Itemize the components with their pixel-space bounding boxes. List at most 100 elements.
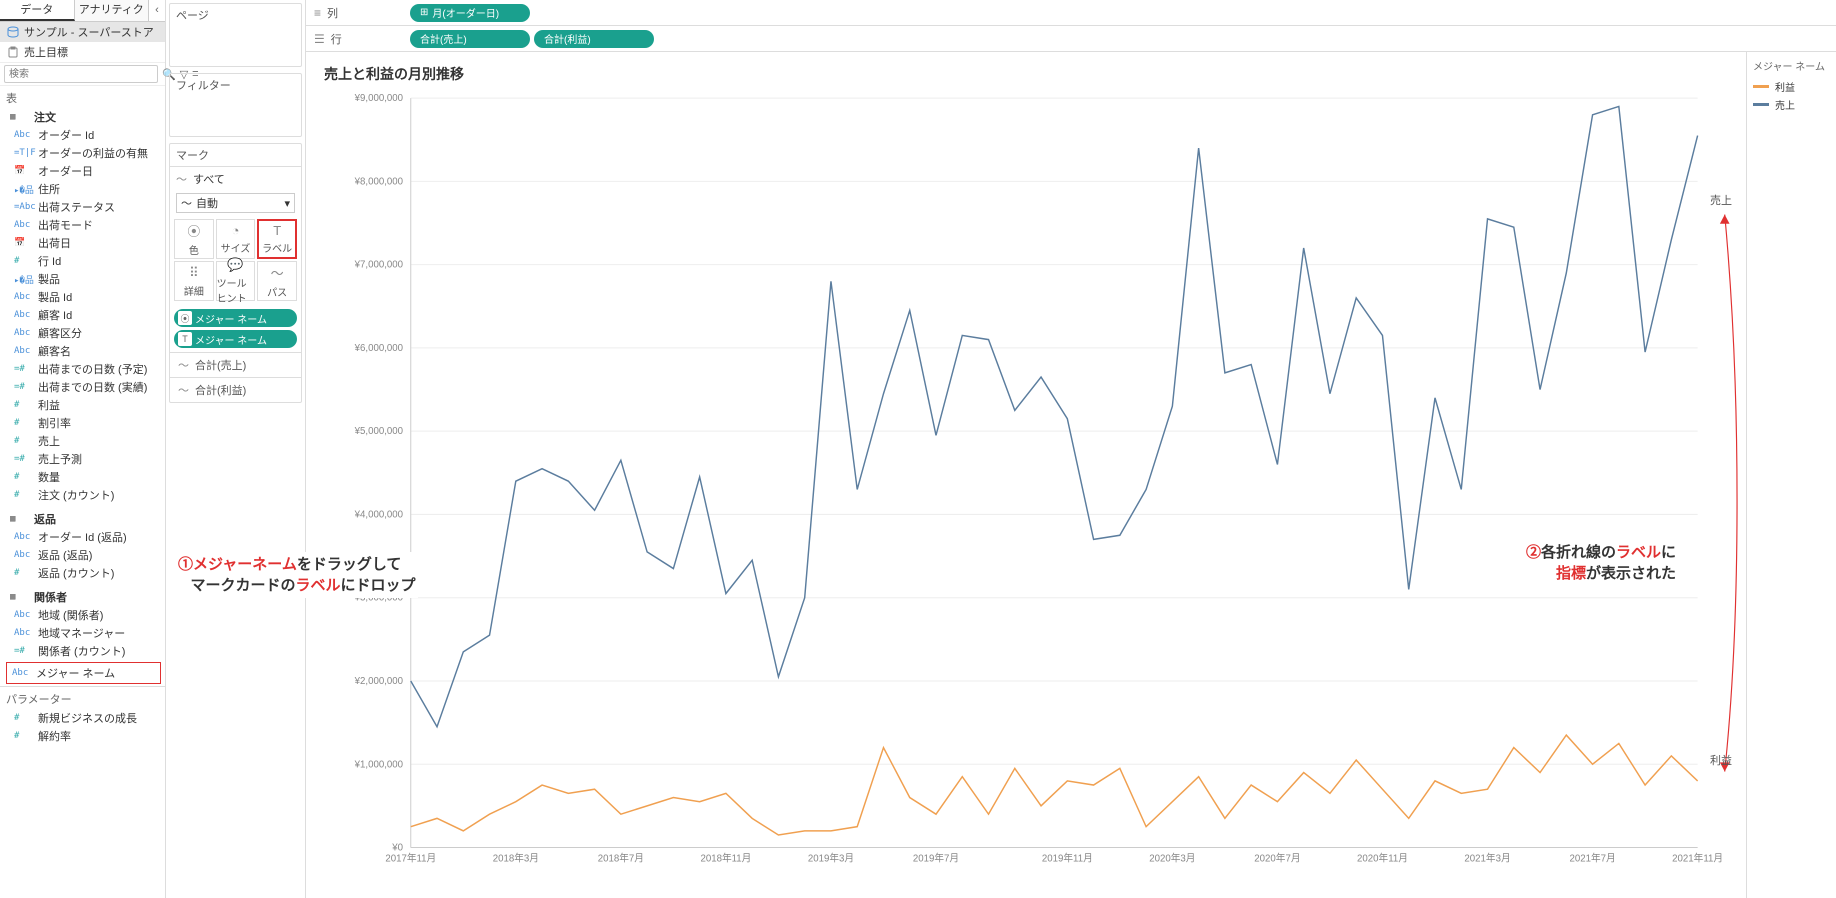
viz-canvas[interactable]: 売上と利益の月別推移 ¥0¥1,000,000¥2,000,000¥3,000,… bbox=[306, 52, 1746, 898]
field-returns-count[interactable]: #返品 (カウント) bbox=[0, 564, 165, 582]
col-pill-month[interactable]: ⊞月(オーダー日) bbox=[410, 4, 530, 22]
data-pane: データ アナリティクス ‹ サンプル - スーパーストア 売上目標 🔍 ▽ ≡ … bbox=[0, 0, 166, 898]
color-icon: ⦿ bbox=[178, 311, 192, 325]
marks-type-dropdown[interactable]: 〜自動 ▾ bbox=[176, 193, 295, 213]
svg-text:2020年3月: 2020年3月 bbox=[1149, 851, 1195, 864]
svg-text:2017年11月: 2017年11月 bbox=[385, 851, 436, 864]
filters-drop[interactable] bbox=[170, 96, 301, 136]
field-quantity[interactable]: #数量 bbox=[0, 468, 165, 486]
marks-path[interactable]: 〜パス bbox=[257, 261, 297, 301]
field-return-order-id[interactable]: Abcオーダー Id (返品) bbox=[0, 528, 165, 546]
folder-people[interactable]: ▦関係者 bbox=[0, 588, 165, 606]
field-customer-id[interactable]: Abc顧客 Id bbox=[0, 306, 165, 324]
field-region-people[interactable]: Abc地域 (関係者) bbox=[0, 606, 165, 624]
svg-text:¥1,000,000: ¥1,000,000 bbox=[354, 759, 404, 770]
marks-tooltip[interactable]: 💬ツールヒント bbox=[216, 261, 256, 301]
pages-title: ページ bbox=[170, 4, 301, 26]
svg-text:2021年11月: 2021年11月 bbox=[1672, 851, 1723, 864]
field-profit[interactable]: #利益 bbox=[0, 396, 165, 414]
legend-item-profit[interactable]: 利益 bbox=[1753, 77, 1830, 95]
marks-all-row[interactable]: 〜 すべて bbox=[170, 167, 301, 191]
field-days-act[interactable]: =#出荷までの日数 (実績) bbox=[0, 378, 165, 396]
param-churn[interactable]: #解約率 bbox=[0, 727, 165, 745]
annotation-1: ①メジャーネームをドラッグして マークカードのラベルにドロップ bbox=[176, 552, 418, 598]
tooltip-icon: 💬 bbox=[227, 257, 243, 273]
field-customer-name[interactable]: Abc顧客名 bbox=[0, 342, 165, 360]
row-pill-sales[interactable]: 合計(売上) bbox=[410, 30, 530, 48]
marks-label[interactable]: Tラベル bbox=[257, 219, 297, 259]
legend-swatch-profit bbox=[1753, 85, 1769, 88]
svg-text:¥4,000,000: ¥4,000,000 bbox=[354, 509, 404, 520]
search-input[interactable] bbox=[4, 65, 158, 83]
field-order-date[interactable]: 📅オーダー日 bbox=[0, 162, 165, 180]
svg-text:¥5,000,000: ¥5,000,000 bbox=[354, 426, 404, 437]
marks-size[interactable]: ◔サイズ bbox=[216, 219, 256, 259]
svg-text:2020年11月: 2020年11月 bbox=[1357, 851, 1408, 864]
marks-color[interactable]: ⦿色 bbox=[174, 219, 214, 259]
field-discount[interactable]: #割引率 bbox=[0, 414, 165, 432]
line-icon: 〜 bbox=[178, 357, 189, 373]
legend-item-sales[interactable]: 売上 bbox=[1753, 95, 1830, 113]
line-end-label-sales: 売上 bbox=[1710, 192, 1732, 208]
plus-icon: ⊞ bbox=[420, 7, 428, 18]
measure-names-highlight: Abcメジャー ネーム bbox=[6, 662, 161, 684]
svg-text:2018年11月: 2018年11月 bbox=[700, 851, 751, 864]
param-new-business[interactable]: #新規ビジネスの成長 bbox=[0, 709, 165, 727]
field-customer-segment[interactable]: Abc顧客区分 bbox=[0, 324, 165, 342]
datasource-label: サンプル - スーパーストア bbox=[24, 24, 154, 40]
tab-data[interactable]: データ bbox=[0, 0, 75, 21]
svg-text:¥7,000,000: ¥7,000,000 bbox=[354, 260, 404, 271]
marks-agg-profit[interactable]: 〜合計(利益) bbox=[170, 377, 301, 402]
field-order-id[interactable]: Abcオーダー Id bbox=[0, 126, 165, 144]
svg-text:2020年7月: 2020年7月 bbox=[1254, 851, 1300, 864]
field-days-plan[interactable]: =#出荷までの日数 (予定) bbox=[0, 360, 165, 378]
field-order-profit-flag[interactable]: =T|Fオーダーの利益の有無 bbox=[0, 144, 165, 162]
field-product-id[interactable]: Abc製品 Id bbox=[0, 288, 165, 306]
field-ship-date[interactable]: 📅出荷日 bbox=[0, 234, 165, 252]
label-icon: T bbox=[273, 223, 281, 238]
row-pill-profit[interactable]: 合計(利益) bbox=[534, 30, 654, 48]
field-address[interactable]: ▸�品住所 bbox=[0, 180, 165, 198]
line-end-label-profit: 利益 bbox=[1710, 752, 1732, 768]
pages-card: ページ bbox=[169, 3, 302, 67]
field-row-id[interactable]: #行 Id bbox=[0, 252, 165, 270]
rows-shelf[interactable]: ☰行 合計(売上) 合計(利益) bbox=[306, 26, 1836, 52]
annotation-2: ②各折れ線のラベルに 指標が表示された bbox=[1526, 542, 1676, 584]
folder-orders[interactable]: ▦注文 bbox=[0, 108, 165, 126]
field-orders-count[interactable]: #注文 (カウント) bbox=[0, 486, 165, 504]
marks-agg-sales[interactable]: 〜合計(売上) bbox=[170, 352, 301, 377]
field-return-flag[interactable]: Abc返品 (返品) bbox=[0, 546, 165, 564]
datasource-primary[interactable]: サンプル - スーパーストア bbox=[0, 22, 165, 42]
datasource-secondary[interactable]: 売上目標 bbox=[0, 42, 165, 62]
pill-measure-color[interactable]: ⦿メジャー ネーム bbox=[174, 309, 297, 327]
main-pane: ≡列 ⊞月(オーダー日) ☰行 合計(売上) 合計(利益) 売上と利益の月別推移… bbox=[306, 0, 1836, 898]
collapse-pane-icon[interactable]: ‹ bbox=[149, 0, 165, 21]
svg-text:2018年3月: 2018年3月 bbox=[493, 851, 539, 864]
svg-text:2021年7月: 2021年7月 bbox=[1569, 851, 1615, 864]
columns-shelf[interactable]: ≡列 ⊞月(オーダー日) bbox=[306, 0, 1836, 26]
svg-text:2021年3月: 2021年3月 bbox=[1464, 851, 1510, 864]
columns-icon: ≡ bbox=[314, 6, 321, 20]
field-people-count[interactable]: =#関係者 (カウント) bbox=[0, 642, 165, 660]
field-measure-names[interactable]: Abcメジャー ネーム bbox=[8, 664, 159, 682]
field-ship-mode[interactable]: Abc出荷モード bbox=[0, 216, 165, 234]
field-sales[interactable]: #売上 bbox=[0, 432, 165, 450]
line-icon: 〜 bbox=[178, 382, 189, 398]
rows-icon: ☰ bbox=[314, 32, 325, 46]
pill-measure-label[interactable]: Tメジャー ネーム bbox=[174, 330, 297, 348]
pages-drop[interactable] bbox=[170, 26, 301, 66]
datasource-label: 売上目標 bbox=[24, 44, 68, 60]
field-ship-status[interactable]: =Abc出荷ステータス bbox=[0, 198, 165, 216]
field-region-manager[interactable]: Abc地域マネージャー bbox=[0, 624, 165, 642]
tab-analytics[interactable]: アナリティクス bbox=[75, 0, 150, 21]
color-icon: ⦿ bbox=[187, 221, 200, 240]
line-icon: 〜 bbox=[181, 195, 192, 211]
detail-icon: ⠿ bbox=[189, 265, 199, 281]
marks-detail[interactable]: ⠿詳細 bbox=[174, 261, 214, 301]
field-sales-forecast[interactable]: =#売上予測 bbox=[0, 450, 165, 468]
svg-text:¥9,000,000: ¥9,000,000 bbox=[354, 93, 404, 104]
folder-returns[interactable]: ▦返品 bbox=[0, 510, 165, 528]
field-product[interactable]: ▸�品製品 bbox=[0, 270, 165, 288]
tables-header: 表 bbox=[0, 86, 165, 108]
path-icon: 〜 bbox=[271, 263, 284, 282]
